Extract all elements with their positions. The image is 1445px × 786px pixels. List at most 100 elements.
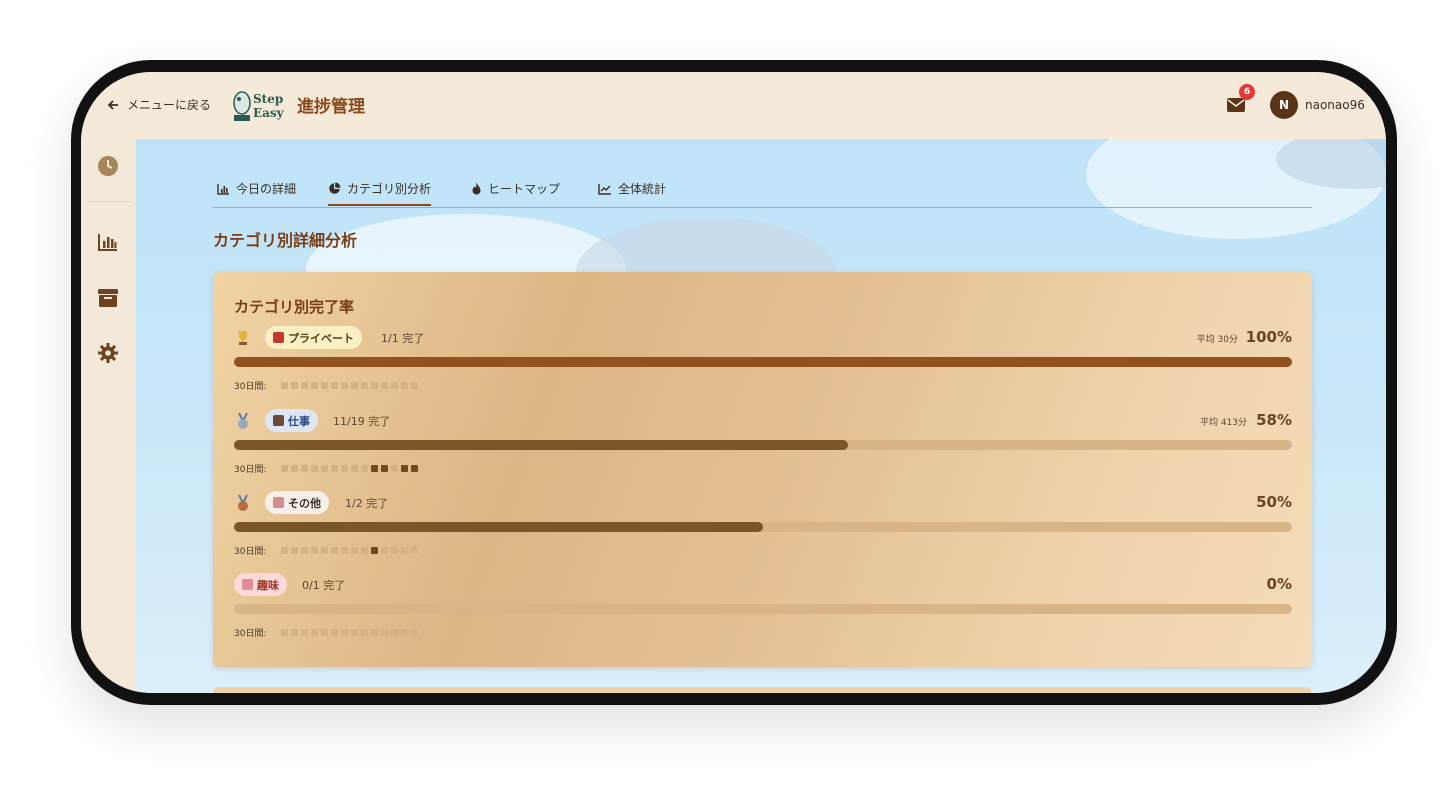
activity-dot	[381, 382, 388, 389]
category-icon	[273, 415, 284, 426]
progress-bar	[234, 604, 1292, 614]
tab-label: カテゴリ別分析	[347, 182, 432, 196]
username[interactable]: naonao96	[1305, 98, 1365, 112]
activity-dot	[311, 629, 318, 636]
completion-percent: 100%	[1245, 328, 1292, 346]
activity-dot	[351, 382, 358, 389]
activity-dot	[311, 382, 318, 389]
activity-dot	[281, 465, 288, 472]
activity-dot	[401, 382, 408, 389]
sidebar	[81, 139, 137, 693]
activity-dot	[371, 629, 378, 636]
category-icon	[273, 497, 284, 508]
progress-bar	[234, 440, 1292, 450]
activity-dot	[361, 629, 368, 636]
activity-dot	[381, 547, 388, 554]
activity-dots	[281, 465, 418, 472]
activity-dot	[301, 465, 308, 472]
category-chip[interactable]: プライベート	[265, 326, 362, 349]
activity-dot	[311, 547, 318, 554]
sidebar-divider	[87, 201, 131, 202]
owl-logo-icon	[233, 91, 251, 121]
silver-medal-icon	[238, 412, 248, 429]
days-label: 30日間:	[234, 629, 267, 639]
back-label: メニューに戻る	[127, 98, 212, 112]
tab-label: 全体統計	[618, 182, 667, 196]
progress-bar	[234, 522, 1292, 532]
tab-today-detail[interactable]: 今日の詳細	[217, 180, 296, 197]
activity-dot	[361, 382, 368, 389]
trend-chart-icon	[598, 183, 611, 195]
bronze-medal-icon	[238, 494, 248, 511]
back-to-menu-button[interactable]: メニューに戻る	[107, 96, 211, 113]
gear-icon[interactable]	[97, 342, 119, 364]
clock-icon[interactable]	[97, 155, 119, 177]
activity-dot	[381, 465, 388, 472]
main-content: 今日の詳細 カテゴリ別分析 ヒートマップ 全体統計 カテゴリ別詳細分析 カテゴリ…	[136, 139, 1386, 693]
activity-dot	[321, 382, 328, 389]
notification-badge: 6	[1239, 84, 1255, 100]
app-screen: メニューに戻る Step Easy 進捗管理 6 N naonao96 今日の詳…	[81, 72, 1386, 693]
activity-dot	[291, 547, 298, 554]
category-chip[interactable]: 仕事	[265, 409, 318, 432]
progress-fill	[234, 522, 763, 532]
activity-dot	[331, 382, 338, 389]
logo-text-easy: Easy	[253, 106, 284, 120]
activity-dot	[281, 547, 288, 554]
tab-label: ヒートマップ	[488, 182, 561, 196]
completion-count: 0/1 完了	[302, 579, 346, 592]
activity-dot	[291, 629, 298, 636]
archive-icon[interactable]	[97, 287, 119, 309]
completion-percent: 0%	[1266, 575, 1292, 593]
tab-category-analysis[interactable]: カテゴリ別分析	[328, 180, 432, 206]
tab-overall-stats[interactable]: 全体統計	[598, 180, 666, 197]
days-label: 30日間:	[234, 382, 267, 392]
activity-dots	[281, 382, 418, 389]
activity-dot	[291, 382, 298, 389]
bar-chart-icon[interactable]	[97, 231, 119, 253]
activity-dot	[401, 629, 408, 636]
category-chip[interactable]: その他	[265, 491, 329, 514]
category-name: 仕事	[288, 414, 310, 428]
completion-count: 1/1 完了	[381, 332, 425, 345]
section-title: カテゴリ別詳細分析	[213, 231, 358, 250]
category-name: その他	[288, 496, 321, 510]
completion-count: 1/2 完了	[345, 497, 389, 510]
activity-dot	[391, 547, 398, 554]
activity-dot	[411, 547, 418, 554]
device-frame: メニューに戻る Step Easy 進捗管理 6 N naonao96 今日の詳…	[71, 60, 1397, 705]
activity-dot	[321, 465, 328, 472]
category-row: 仕事 11/19 完了 平均 413分 58% 30日間:	[234, 409, 1292, 482]
avatar[interactable]: N	[1270, 91, 1298, 119]
average-time: 平均 30分	[1196, 335, 1238, 345]
activity-dot	[351, 547, 358, 554]
activity-dot	[391, 382, 398, 389]
category-chip[interactable]: 趣味	[234, 573, 287, 596]
card-title: カテゴリ別完了率	[234, 298, 355, 316]
step-easy-logo[interactable]: Step Easy	[231, 87, 287, 125]
activity-dot	[341, 382, 348, 389]
progress-bar	[234, 357, 1292, 367]
average-time: 平均 413分	[1199, 418, 1247, 428]
category-row: プライベート 1/1 完了 平均 30分 100% 30日間:	[234, 326, 1292, 399]
activity-dot	[291, 465, 298, 472]
activity-dot	[371, 382, 378, 389]
bar-chart-icon	[217, 183, 229, 195]
pie-chart-icon	[329, 182, 341, 194]
activity-dot	[331, 629, 338, 636]
activity-dot	[361, 547, 368, 554]
activity-dot	[341, 547, 348, 554]
category-completion-card: カテゴリ別完了率 プライベート 1/1 完了 平均 30分 100% 30日間: 仕事 11…	[213, 272, 1312, 667]
activity-dot	[351, 465, 358, 472]
tab-bar: 今日の詳細 カテゴリ別分析 ヒートマップ 全体統計	[213, 175, 1312, 208]
activity-dot	[331, 465, 338, 472]
tab-heatmap[interactable]: ヒートマップ	[471, 180, 560, 197]
activity-dot	[401, 547, 408, 554]
category-row: その他 1/2 完了 50% 30日間:	[234, 491, 1292, 564]
activity-dot	[381, 629, 388, 636]
gold-trophy-icon	[239, 331, 247, 345]
category-icon	[242, 579, 253, 590]
tab-label: 今日の詳細	[236, 182, 297, 196]
activity-dot	[341, 465, 348, 472]
activity-dot	[301, 547, 308, 554]
